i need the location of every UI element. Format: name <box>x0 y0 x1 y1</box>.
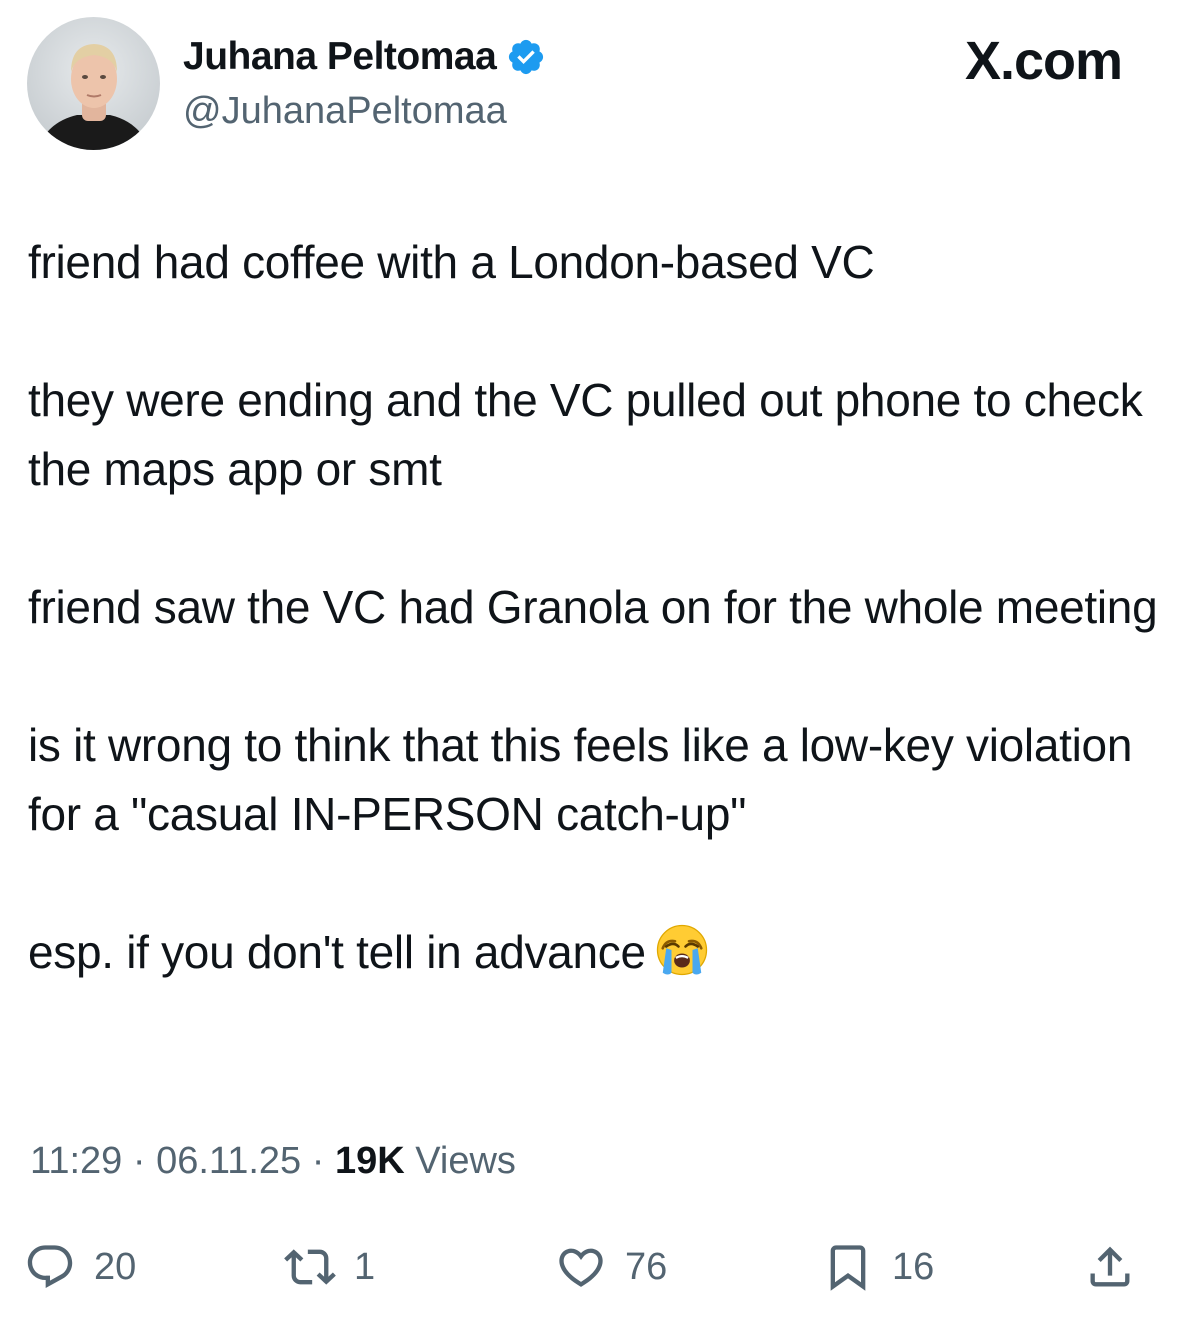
bookmark-count: 16 <box>892 1245 935 1288</box>
tweet-text: friend had coffee with a London-based VC… <box>28 228 1158 987</box>
meta-separator: · <box>122 1140 157 1182</box>
tweet-date[interactable]: 06.11.25 <box>156 1140 301 1182</box>
views-count: 19K <box>334 1140 405 1182</box>
author-name-row[interactable]: Juhana Peltomaa <box>183 35 546 79</box>
action-bar: 20 1 76 16 <box>0 1235 1179 1299</box>
views-label: Views <box>404 1140 516 1182</box>
meta-separator: · <box>301 1140 335 1182</box>
brand-logo: X.com <box>964 31 1123 91</box>
reply-icon <box>27 1245 73 1289</box>
tweet-paragraph: friend saw the VC had Granola on for the… <box>28 581 1158 633</box>
like-count: 76 <box>625 1245 668 1288</box>
reply-button[interactable]: 20 <box>24 1235 136 1299</box>
heart-icon <box>559 1248 603 1287</box>
tweet-time[interactable]: 11:29 <box>30 1140 122 1182</box>
reply-count: 20 <box>94 1245 137 1288</box>
tweet-paragraph-last: esp. if you don't tell in advance <box>28 918 1158 987</box>
avatar[interactable] <box>27 17 160 150</box>
author-handle[interactable]: @JuhanaPeltomaa <box>183 90 507 133</box>
profile-photo <box>27 17 160 150</box>
like-button[interactable]: 76 <box>555 1235 667 1299</box>
author-name[interactable]: Juhana Peltomaa <box>183 35 497 79</box>
tweet-paragraph: esp. if you don't tell in advance <box>28 926 646 978</box>
tweet-paragraph: they were ending and the VC pulled out p… <box>28 374 1155 495</box>
bookmark-icon <box>830 1245 866 1291</box>
tweet-meta: 11:29 · 06.11.25 · 19K Views <box>30 1140 516 1183</box>
loudly-crying-face-emoji <box>656 924 707 976</box>
share-icon <box>1090 1246 1130 1287</box>
verified-badge-icon <box>509 39 544 75</box>
bookmark-button[interactable]: 16 <box>822 1235 934 1299</box>
share-button[interactable] <box>1084 1235 1136 1299</box>
tweet-paragraph: friend had coffee with a London-based VC <box>28 236 875 288</box>
retweet-count: 1 <box>354 1245 376 1288</box>
tweet-paragraph: is it wrong to think that this feels lik… <box>28 719 1145 840</box>
retweet-button[interactable]: 1 <box>284 1235 375 1299</box>
retweet-icon <box>284 1249 336 1285</box>
